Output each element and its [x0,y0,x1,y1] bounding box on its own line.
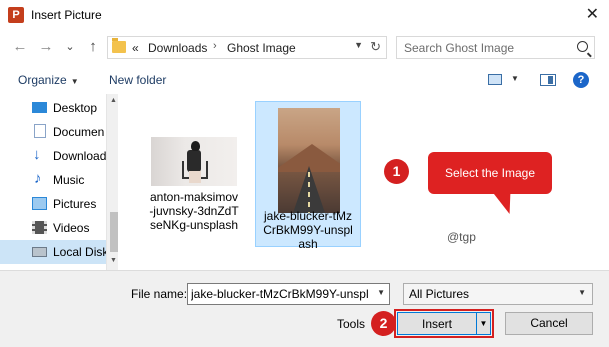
help-icon[interactable]: ? [573,72,589,88]
breadcrumb-downloads[interactable]: Downloads [148,41,207,55]
sidebar-item-downloads[interactable]: ↓ Download [0,144,106,168]
search-input[interactable]: Search Ghost Image [404,41,514,55]
organize-caret-icon: ▼ [70,77,79,86]
navigation-pane: Desktop Documen ↓ Download ♪ Music Pictu… [0,94,118,270]
address-bar[interactable]: « Downloads › Ghost Image ▼ ↻ [107,36,387,59]
file-name-dropdown-icon[interactable]: ▼ [377,288,385,297]
file-name-field[interactable]: jake-blucker-tMzCrBkM99Y-unspl ▼ [187,283,390,305]
sidebar-item-pictures[interactable]: Pictures [0,192,106,216]
sidebar-item-label: Documen [53,125,105,139]
insert-label: Insert [421,317,452,331]
sidebar-item-desktop[interactable]: Desktop [0,96,106,120]
chevron-down-icon: ▼ [578,288,586,297]
navigation-bar: ← → ⌄ ↑ « Downloads › Ghost Image ▼ ↻ Se… [0,30,609,66]
sidebar-item-label: Local Disk [53,245,109,259]
cancel-button[interactable]: Cancel [505,312,593,335]
step-2-marker: 2 [371,311,396,336]
watermark: @tgp [447,230,476,244]
close-icon[interactable]: ✕ [586,4,599,24]
sidebar-item-label: Music [53,173,85,187]
change-view-icon[interactable] [488,74,502,85]
file-type-value: All Pictures [409,287,470,301]
videos-icon [32,221,47,234]
recent-locations-chevron-icon[interactable]: ⌄ [62,38,78,56]
file-item[interactable]: anton-maksimov -juvnsky-3dnZdT seNKg-uns… [141,101,247,247]
powerpoint-icon: P [8,7,24,23]
sidebar-item-label: Desktop [53,101,98,115]
music-icon: ♪ [34,170,42,187]
step-1-marker: 1 [384,159,409,184]
insert-options-dropdown-icon[interactable]: ▼ [476,313,490,334]
breadcrumb-separator[interactable]: › [213,40,217,52]
refresh-icon[interactable]: ↻ [370,39,381,55]
title-bar: P Insert Picture ✕ [0,0,609,30]
file-name-label: File name: [131,287,188,301]
file-name: anton-maksimov -juvnsky-3dnZdT seNKg-uns… [149,190,239,232]
address-dropdown-icon[interactable]: ▼ [354,40,363,50]
scrollbar-thumb[interactable] [110,212,118,252]
image-thumbnail [151,137,237,186]
sidebar-item-label: Download [53,149,107,163]
back-arrow-icon[interactable]: ← [12,38,28,56]
documents-icon [34,124,46,138]
image-thumbnail [278,108,340,213]
desktop-icon [32,102,47,113]
preview-pane-icon[interactable] [540,74,556,86]
organize-label: Organize [18,73,67,87]
insert-button[interactable]: Insert ▼ [397,312,491,335]
scroll-up-icon[interactable]: ▲ [110,97,117,104]
search-box[interactable]: Search Ghost Image [396,36,595,59]
sidebar-item-label: Videos [53,221,90,235]
forward-arrow-icon[interactable]: → [38,38,54,56]
file-name-input[interactable]: jake-blucker-tMzCrBkM99Y-unspl [191,287,375,301]
breadcrumb-ghost-image[interactable]: Ghost Image [227,41,296,55]
file-item-selected[interactable]: jake-blucker-tMz CrBkM99Y-unspl ash [255,101,361,251]
up-arrow-icon[interactable]: ↑ [85,38,101,56]
dialog-footer: File name: jake-blucker-tMzCrBkM99Y-unsp… [0,270,609,347]
sidebar-item-local-disk[interactable]: Local Disk [0,240,109,264]
local-disk-icon [32,247,47,257]
scroll-down-icon[interactable]: ▼ [110,257,117,264]
window-title: Insert Picture [31,8,102,22]
file-type-select[interactable]: All Pictures ▼ [403,283,593,305]
downloads-icon: ↓ [33,146,41,163]
sidebar-item-music[interactable]: ♪ Music [0,168,106,192]
folder-icon [112,38,126,53]
sidebar-item-videos[interactable]: Videos [0,216,106,240]
organize-button[interactable]: Organize ▼ [18,73,79,87]
search-icon [577,41,588,52]
sidebar-item-label: Pictures [53,197,97,211]
view-options-caret-icon[interactable]: ▼ [511,74,519,83]
new-folder-button[interactable]: New folder [109,73,166,87]
sidebar-item-documents[interactable]: Documen [0,120,106,144]
command-bar: Organize ▼ New folder ▼ ? [0,66,609,94]
tools-menu[interactable]: Tools [337,317,365,331]
select-image-callout: Select the Image [428,152,552,194]
sidebar-scrollbar[interactable]: ▲ ▼ [106,94,118,270]
file-name: jake-blucker-tMz CrBkM99Y-unspl ash [263,209,353,251]
pictures-icon [32,197,47,210]
breadcrumb-overflow[interactable]: « [132,41,139,55]
